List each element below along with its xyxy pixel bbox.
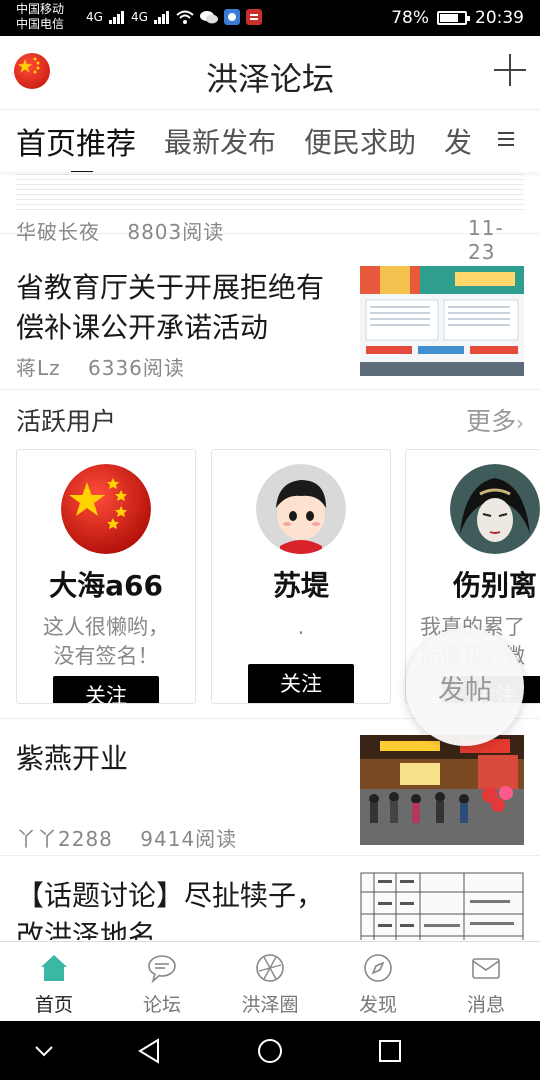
tab-label: 洪泽圈 [241, 994, 299, 1016]
more-users-link[interactable]: 更多› [466, 402, 524, 438]
battery-fill [440, 14, 459, 22]
tab-forum[interactable]: 论坛 [108, 942, 216, 1021]
recents-square-icon[interactable] [372, 1033, 408, 1069]
aperture-icon [256, 954, 284, 982]
tab-label: 论坛 [142, 994, 181, 1016]
tab-label: 消息 [466, 994, 505, 1016]
tab-label: 首页推荐 [16, 127, 136, 162]
user-name: 苏堤 [272, 569, 329, 602]
category-tabs: 首页推荐 最新发布 便民求助 发 [0, 110, 540, 172]
envelope-icon [472, 958, 500, 979]
carrier-2: 中国电信 [16, 17, 65, 31]
post-views: 9414阅读 [140, 827, 238, 851]
user-name: 大海a66 [49, 569, 163, 602]
post-meta: 丫丫2288 9414阅读 [16, 823, 237, 852]
avatar [61, 464, 151, 554]
tab-label: 发现 [358, 994, 397, 1016]
post-thumbnail [360, 872, 524, 940]
chevron-down-icon[interactable] [26, 1033, 62, 1069]
user-card[interactable]: 大海a66 这人很懒哟， 没有签名！ 关注 [16, 449, 196, 704]
tab-help[interactable]: 便民求助 [304, 121, 416, 161]
list-item[interactable]: 【话题讨论】尽扯犊子，改洪泽地名 [0, 856, 540, 940]
add-button[interactable] [494, 54, 526, 86]
chevron-right-icon: › [516, 411, 524, 435]
feed[interactable]: 华破长夜 8803阅读 11-23 省教育厅关于开展拒绝有偿补课公开承诺活动 蒋… [0, 172, 540, 940]
user-signature: . [297, 615, 305, 639]
tab-discover[interactable]: 发现 [324, 942, 432, 1021]
avatar [256, 464, 346, 554]
post-title: 【话题讨论】尽扯犊子，改洪泽地名 [16, 879, 325, 940]
post-views: 6336阅读 [88, 356, 185, 380]
section-title: 活跃用户 [16, 407, 117, 436]
post-title: 省教育厅关于开展拒绝有偿补课公开承诺活动 [16, 271, 325, 344]
compass-icon [364, 954, 392, 982]
list-item[interactable]: 华破长夜 8803阅读 11-23 [0, 172, 540, 264]
tab-menu-button[interactable] [470, 110, 540, 172]
post-author: 丫丫2288 [16, 827, 113, 851]
fab-label: 发帖 [438, 675, 492, 706]
post-thumbnail [360, 735, 524, 845]
cartoon-boy-avatar [256, 464, 346, 554]
carrier-1: 中国移动 [16, 2, 65, 16]
status-right: 78% 20:39 [391, 8, 524, 28]
signal-1-label: 4G [86, 10, 103, 24]
tab-home-recommend[interactable]: 首页推荐 [16, 119, 136, 172]
wifi-icon [176, 10, 194, 24]
list-item[interactable]: 省教育厅关于开展拒绝有偿补课公开承诺活动 蒋Lz 6336阅读 [0, 234, 540, 390]
user-name: 伤别离 [452, 569, 537, 602]
tab-latest[interactable]: 最新发布 [164, 121, 276, 161]
tab-active-indicator [71, 171, 93, 172]
signal-bars-icon [108, 11, 124, 24]
wechat-icon [199, 11, 218, 24]
avatar [450, 464, 540, 554]
carrier-info: 中国移动 中国电信 [16, 2, 64, 32]
post-scan-image [16, 172, 524, 210]
tab-partial[interactable]: 发 [444, 121, 472, 161]
new-post-button[interactable]: 发帖 [406, 628, 524, 746]
illustrated-character-avatar [450, 464, 540, 554]
post-title: 紫燕开业 [16, 742, 129, 775]
battery-percent: 78% [391, 8, 429, 28]
post-meta: 蒋Lz 6336阅读 [16, 352, 185, 381]
follow-button[interactable]: 关注 [53, 676, 159, 703]
clock: 20:39 [475, 8, 524, 28]
china-flag-icon [61, 464, 151, 554]
chat-bubble-icon [148, 955, 176, 984]
battery-icon [437, 11, 470, 25]
bottom-tab-bar: 首页 论坛 洪泽圈 发现 消息 [0, 941, 540, 1021]
back-triangle-icon[interactable] [132, 1033, 168, 1069]
tab-circle[interactable]: 洪泽圈 [216, 942, 324, 1021]
forum-app-icon [245, 9, 262, 25]
video-app-icon [223, 9, 240, 25]
signal-bars-icon [153, 11, 169, 24]
signal-icons: 4G 4G [86, 9, 262, 25]
menu-icon [498, 132, 514, 146]
active-users-header: 活跃用户 更多› [0, 390, 540, 446]
app-header: 洪泽论坛 [0, 36, 540, 110]
system-nav-bar [0, 1021, 540, 1080]
tab-label: 首页 [34, 994, 73, 1016]
page-title: 洪泽论坛 [205, 60, 334, 98]
more-label: 更多 [465, 407, 516, 436]
tab-home[interactable]: 首页 [0, 942, 108, 1021]
post-thumbnail [360, 266, 524, 376]
user-card[interactable]: 苏堤 . 关注 [211, 449, 391, 704]
home-circle-icon[interactable] [252, 1033, 288, 1069]
post-author: 蒋Lz [16, 356, 61, 380]
status-bar: 中国移动 中国电信 4G 4G 78% 20:39 [0, 0, 540, 36]
user-signature: 这人很懒哟， 没有签名！ [43, 615, 169, 668]
home-icon [41, 955, 67, 981]
follow-button[interactable]: 关注 [248, 664, 354, 703]
tab-messages[interactable]: 消息 [432, 942, 540, 1021]
signal-2-label: 4G [130, 10, 148, 24]
